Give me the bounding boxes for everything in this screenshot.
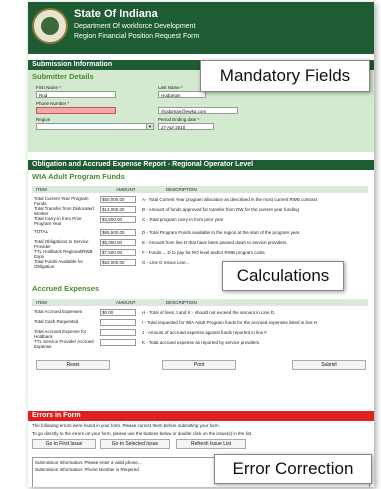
errors-intro: The following errors were found in your … bbox=[32, 423, 220, 428]
row-item: Total Funds Available for Obligation bbox=[34, 259, 83, 269]
errors-section-bar: Errors in Form bbox=[28, 411, 374, 421]
list-item[interactable]: Submission Information: Please enter a v… bbox=[35, 460, 142, 465]
table-row: TTL Service Provider Accrued Expense K -… bbox=[32, 338, 368, 350]
amount-field[interactable]: $3,500.00 bbox=[100, 216, 136, 223]
row-item: Total Cash Requested bbox=[34, 319, 79, 324]
phone-number-label: Phone Number * bbox=[36, 101, 70, 106]
table-row: Total Cash Requested I - Total requested… bbox=[32, 318, 368, 327]
first-name-field[interactable]: Rod bbox=[36, 91, 116, 98]
amount-field[interactable] bbox=[100, 329, 136, 336]
row-description: K - Total accrued expense as reported by… bbox=[142, 340, 260, 345]
errors-instructions: To go directly to the errors on your for… bbox=[32, 431, 253, 436]
row-description: I - Total requested for WIA Adult Progra… bbox=[142, 320, 318, 325]
col-item: ITEM bbox=[36, 187, 47, 192]
period-ending-label: Period Ending date * bbox=[158, 117, 200, 122]
calculations-callout: Calculations bbox=[222, 261, 344, 291]
row-description: G - Line D minus Line... bbox=[142, 260, 190, 265]
amount-field[interactable] bbox=[100, 339, 136, 346]
row-item: Total Accrued Expenses bbox=[34, 309, 83, 314]
form-page: State Of Indiana Department Of workforce… bbox=[28, 2, 374, 487]
header-subtitle-form: Region Financial Position Request Form bbox=[74, 33, 200, 40]
header-subtitle-department: Department Of workforce Development bbox=[74, 23, 196, 30]
row-description: J - Amount of accrued expense against fu… bbox=[142, 330, 268, 335]
last-name-label: Last Name * bbox=[158, 85, 183, 90]
submit-button[interactable]: Submit bbox=[292, 360, 366, 370]
reset-button[interactable]: Reset bbox=[36, 360, 110, 370]
col-amount: AMOUNT bbox=[116, 187, 136, 192]
col-description: DESCRIPTION bbox=[166, 300, 197, 305]
amount-field[interactable] bbox=[100, 319, 136, 326]
row-item: Total Carry-in from Prior Program Year bbox=[34, 216, 82, 226]
amount-field[interactable]: $5,000.00 bbox=[100, 239, 136, 246]
row-description: B - Amount of funds approved for transfe… bbox=[142, 207, 299, 212]
col-item: ITEM bbox=[36, 300, 47, 305]
row-description: C - Total program carry-in from prior ye… bbox=[142, 217, 224, 222]
state-seal-icon bbox=[32, 8, 68, 44]
phone-number-field[interactable] bbox=[36, 107, 116, 114]
col-amount: AMOUNT bbox=[116, 300, 136, 305]
print-button[interactable]: Print bbox=[162, 360, 236, 370]
row-item: TOTAL bbox=[34, 229, 49, 234]
header-title: State Of Indiana bbox=[74, 8, 158, 20]
refresh-issue-list-button[interactable]: Refresh Issue List bbox=[176, 439, 246, 449]
table-row: Total Obligations to Service Provider $5… bbox=[32, 238, 368, 249]
email-field[interactable]: rhodgman@ewka.com bbox=[158, 107, 238, 114]
obligation-section-bar: Obligation and Accrued Expense Report - … bbox=[28, 160, 374, 170]
amount-field[interactable]: $50,000.00 bbox=[100, 196, 136, 203]
wia-adult-heading: WIA Adult Program Funds bbox=[32, 172, 125, 181]
region-select[interactable]: ▼ bbox=[36, 123, 154, 130]
submitter-details-heading: Submitter Details bbox=[32, 72, 94, 81]
period-ending-field[interactable]: 27 Apr 2010 bbox=[158, 123, 214, 130]
col-description: DESCRIPTION bbox=[166, 187, 197, 192]
row-description: A - Total Current Year program allocatio… bbox=[142, 197, 318, 202]
row-description: H - Total of lines J and K - should not … bbox=[142, 310, 276, 315]
obligation-table-header: ITEM AMOUNT DESCRIPTION bbox=[32, 186, 368, 193]
accrued-expenses-heading: Accrued Expenses bbox=[32, 284, 100, 293]
list-item[interactable]: Submission Information: Phone Number is … bbox=[35, 467, 139, 472]
mandatory-fields-callout: Mandatory Fields bbox=[200, 60, 370, 92]
region-label: Region bbox=[36, 117, 51, 122]
error-correction-callout: Error Correction bbox=[214, 454, 372, 484]
accrued-table-header: ITEM AMOUNT DESCRIPTION bbox=[32, 299, 368, 306]
table-row: Total Carry-in from Prior Program Year $… bbox=[32, 215, 368, 227]
first-name-label: First Name * bbox=[36, 85, 62, 90]
amount-field[interactable]: $7,500.00 bbox=[100, 249, 136, 256]
table-row: TTL Holdback Regional/RWB Exps $7,500.00… bbox=[32, 248, 368, 259]
table-row: Total Current Year Program Funds $50,000… bbox=[32, 195, 368, 206]
go-to-selected-issue-button[interactable]: Go to Selected Issue bbox=[100, 439, 170, 449]
amount-field[interactable]: $12,000.00 bbox=[100, 206, 136, 213]
row-description: F - Funds ... D to pay for RO level and/… bbox=[142, 250, 265, 255]
go-to-first-issue-button[interactable]: Go to First Issue bbox=[32, 439, 96, 449]
table-row: TOTAL $65,500.00 D - Total Program Funds… bbox=[32, 228, 368, 237]
row-description: E - Amount from line D that have been pa… bbox=[142, 240, 288, 245]
row-item: TTL Service Provider Accrued Expense bbox=[34, 339, 94, 349]
amount-field: $53,000.00 bbox=[100, 259, 136, 266]
form-header: State Of Indiana Department Of workforce… bbox=[28, 2, 374, 54]
table-row: Total Accrued Expenses $0.00 H - Total o… bbox=[32, 308, 368, 317]
row-description: D - Total Program Funds available to the… bbox=[142, 230, 301, 235]
table-row: Total Transfer from Dislocated Worker $1… bbox=[32, 205, 368, 216]
amount-field: $65,500.00 bbox=[100, 229, 136, 236]
chevron-down-icon[interactable]: ▼ bbox=[146, 124, 153, 129]
amount-field: $0.00 bbox=[100, 309, 136, 316]
last-name-field[interactable]: Hodgman bbox=[158, 91, 206, 98]
table-row: Total Accrued Expense for Holdback J - A… bbox=[32, 328, 368, 339]
